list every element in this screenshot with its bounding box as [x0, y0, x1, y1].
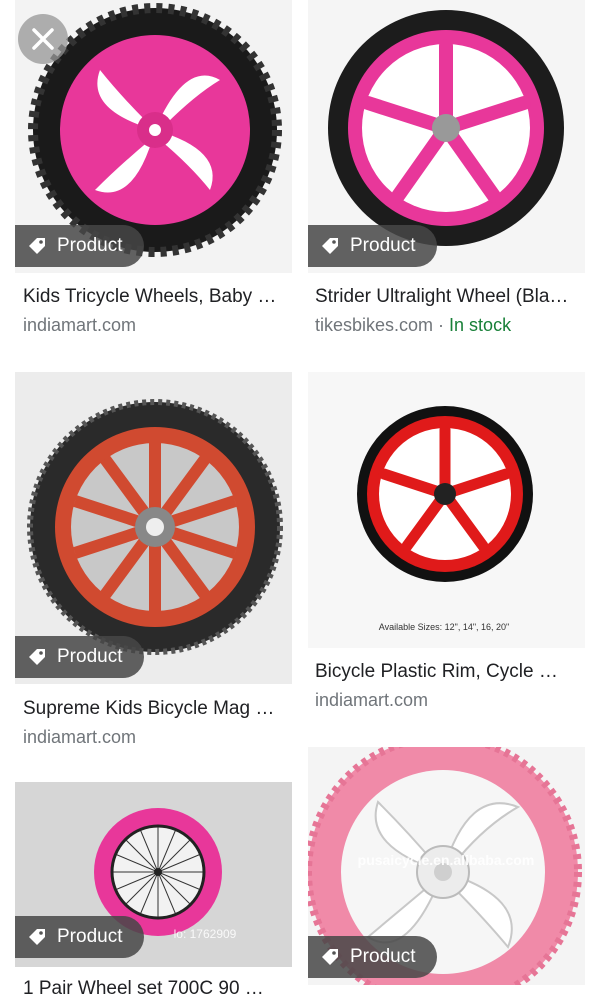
- result-source: indiamart.com: [23, 727, 137, 747]
- tag-icon: [29, 929, 45, 945]
- result-source: indiamart.com: [315, 690, 429, 710]
- stock-status: In stock: [449, 315, 512, 335]
- result-card-4[interactable]: Available Sizes: 12", 14", 16, 20" Bicyc…: [308, 372, 585, 717]
- product-image[interactable]: Available Sizes: 12", 14", 16, 20": [308, 372, 585, 648]
- result-title[interactable]: Kids Tricycle Wheels, Baby …: [23, 286, 288, 308]
- tag-icon: [29, 238, 45, 254]
- product-badge: Product: [15, 636, 145, 678]
- product-badge: Product: [15, 916, 145, 958]
- result-card-6[interactable]: pusaicycle.en.alibaba.com Product: [308, 747, 585, 985]
- result-title[interactable]: Supreme Kids Bicycle Mag …: [23, 698, 288, 720]
- result-card-3[interactable]: Product Supreme Kids Bicycle Mag … india…: [15, 372, 292, 752]
- result-title[interactable]: Bicycle Plastic Rim, Cycle …: [315, 661, 582, 683]
- result-source: indiamart.com: [23, 315, 137, 335]
- result-card-2[interactable]: Product Strider Ultralight Wheel (Bla… t…: [308, 0, 585, 345]
- result-title[interactable]: Strider Ultralight Wheel (Bla…: [315, 286, 582, 308]
- tag-icon: [29, 649, 45, 665]
- product-badge: Product: [15, 225, 145, 267]
- image-watermark: lo: 1762909: [174, 927, 237, 941]
- result-source: tikesbikes.com · In stock: [315, 315, 512, 335]
- image-caption: Available Sizes: 12", 14", 16, 20": [379, 622, 510, 632]
- close-button[interactable]: [18, 14, 68, 64]
- image-watermark: pusaicycle.en.alibaba.com: [358, 852, 535, 868]
- tag-icon: [322, 238, 338, 254]
- product-badge: Product: [308, 936, 438, 978]
- product-badge: Product: [308, 225, 438, 267]
- close-icon: [32, 28, 54, 50]
- result-card-5[interactable]: lo: 1762909 Product 1 Pair Wheel set 700…: [15, 782, 292, 999]
- result-title[interactable]: 1 Pair Wheel set 700C 90 …: [23, 978, 288, 1000]
- tag-icon: [322, 949, 338, 965]
